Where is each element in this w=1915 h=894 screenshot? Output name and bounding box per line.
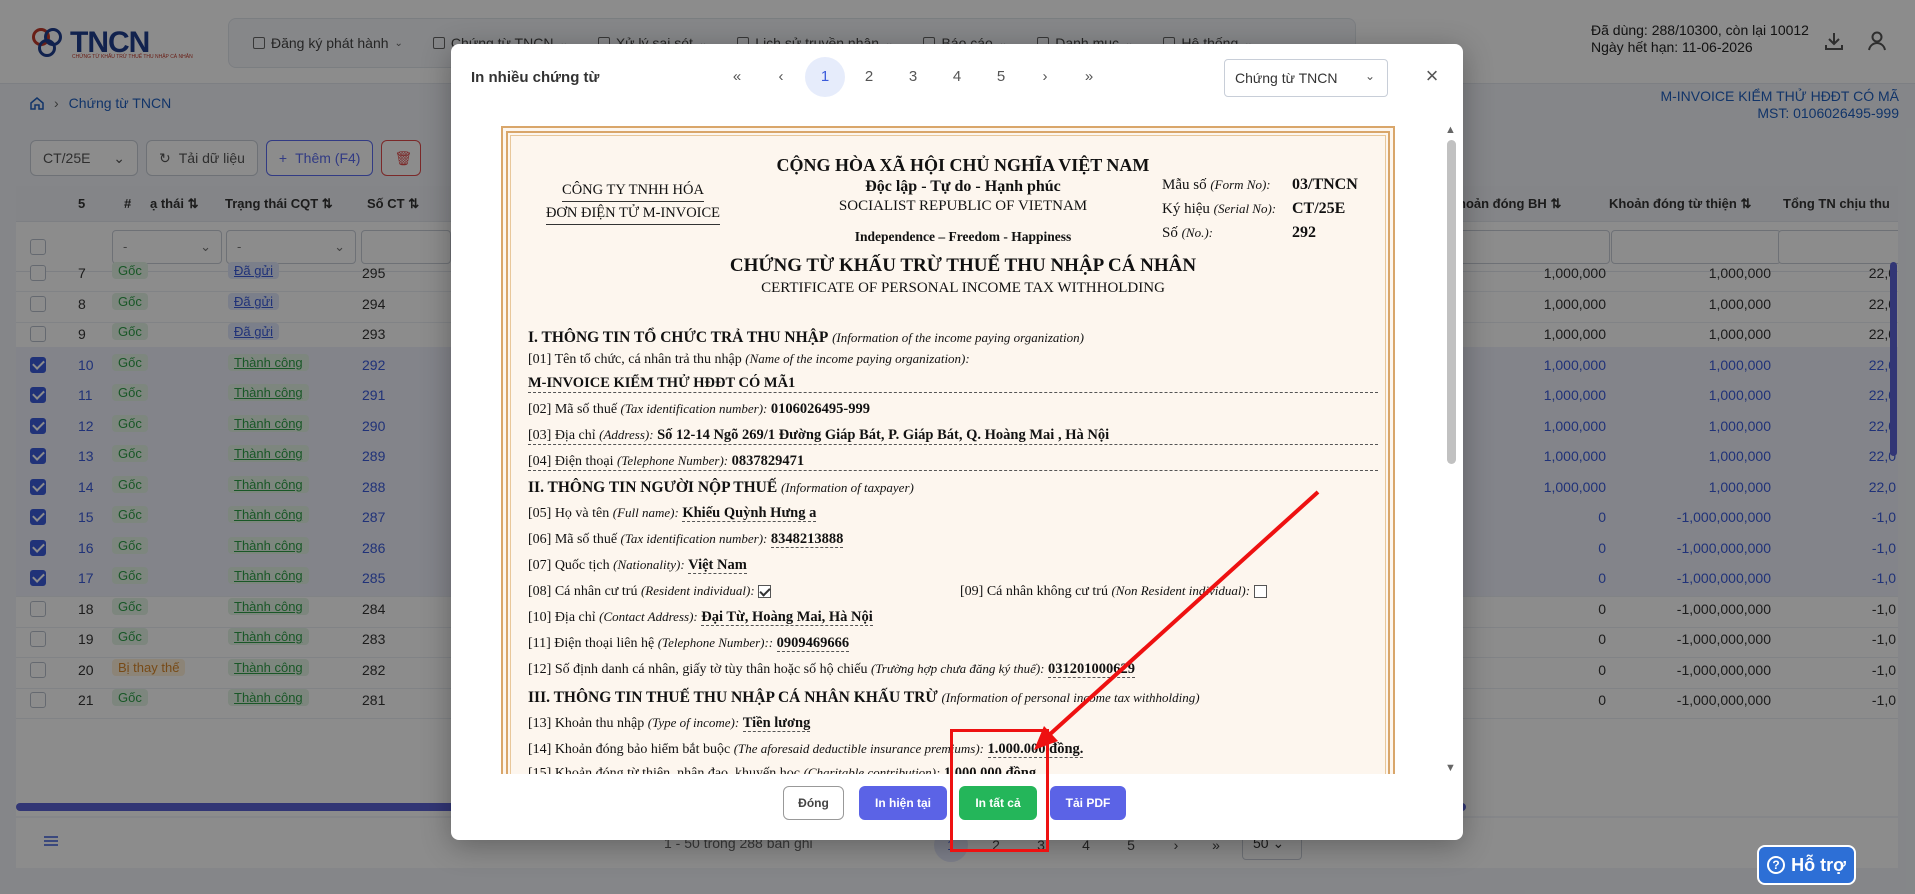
print-current-button[interactable]: In hiện tại: [859, 786, 947, 820]
doc-section-2: II. THÔNG TIN NGƯỜI NỘP THUẾ (Informatio…: [528, 479, 914, 496]
no-label-en: (No.):: [1181, 225, 1214, 240]
help-icon: ?: [1767, 856, 1786, 874]
doc-field-05: [05] Họ và tên (Full name): Khiếu Quỳnh …: [528, 505, 817, 522]
doc-heading: CỘNG HÒA XÃ HỘI CHỦ NGHĨA VIỆT NAM Độc l…: [713, 155, 1213, 297]
doc-motto-en: Independence – Freedom - Happiness: [854, 229, 1072, 244]
annotation-highlight-box: [950, 729, 1049, 852]
doc-field-02: [02] Mã số thuế (Tax identification numb…: [528, 401, 870, 417]
modal-page-1[interactable]: 1: [805, 57, 845, 97]
no-value: 292: [1292, 224, 1316, 241]
doc-section-3: III. THÔNG TIN THUẾ THU NHẬP CÁ NHÂN KHẤ…: [528, 689, 1200, 706]
preview-scrollbar[interactable]: [1447, 140, 1456, 464]
last-page-icon[interactable]: »: [1069, 57, 1109, 97]
no-label: Số: [1162, 225, 1178, 241]
print-modal: In nhiều chứng từ « ‹ 1 2 3 4 5 ›» Chứng từ T…: [451, 44, 1463, 840]
modal-page-5[interactable]: 5: [981, 57, 1021, 97]
scroll-up-icon[interactable]: ▲: [1445, 124, 1456, 136]
help-label: Hỗ trợ: [1791, 854, 1846, 875]
tax-certificate: CÔNG TY TNHH HÓA ĐƠN ĐIỆN TỬ M-INVOICE C…: [501, 126, 1395, 774]
doc-section-1: I. THÔNG TIN TỔ CHỨC TRẢ THU NHẬP (Infor…: [528, 329, 1084, 346]
doc-field-01-value: M-INVOICE KIỂM THỬ HĐĐT CÓ MÃ1: [528, 375, 1378, 393]
doc-field-08: [08] Cá nhân cư trú (Resident individual…: [528, 583, 772, 600]
doc-field-09: [09] Cá nhân không cư trú (Non Resident …: [960, 583, 1267, 600]
prev-page-icon[interactable]: ‹: [761, 57, 801, 97]
form-label-en: (Form No):: [1210, 177, 1271, 192]
form-value: 03/TNCN: [1292, 176, 1358, 193]
doc-field-10: [10] Địa chỉ (Contact Address): Đại Từ, …: [528, 609, 873, 626]
doc-title: CHỨNG TỪ KHẤU TRỪ THUẾ THU NHẬP CÁ NHÂN: [729, 255, 1197, 276]
chevron-down-icon: ⌄: [1364, 69, 1375, 83]
modal-page-4[interactable]: 4: [937, 57, 977, 97]
resident-checkbox: [758, 585, 772, 599]
next-page-icon[interactable]: ›: [1025, 57, 1065, 97]
document-type-select[interactable]: Chứng từ TNCN ⌄: [1224, 59, 1388, 97]
close-button[interactable]: Đóng: [783, 786, 844, 820]
serial-value: CT/25E: [1292, 200, 1346, 217]
modal-pager: « ‹ 1 2 3 4 5 ›»: [717, 57, 1109, 97]
doc-field-03: [03] Địa chỉ (Address): Số 12-14 Ngõ 269…: [528, 427, 1378, 445]
doc-field-04: [04] Điện thoại (Telephone Number): 0837…: [528, 453, 1378, 471]
doc-form-info: Mẫu số (Form No): 03/TNCN Ký hiệu (Serial…: [1162, 173, 1358, 245]
document-type-value: Chứng từ TNCN: [1235, 70, 1338, 86]
non-resident-checkbox: [1253, 585, 1267, 599]
scroll-down-icon[interactable]: ▼: [1445, 762, 1456, 774]
doc-nation-en: SOCIALIST REPUBLIC OF VIETNAM: [838, 198, 1088, 214]
help-button[interactable]: ? Hỗ trợ: [1757, 845, 1856, 885]
first-page-icon[interactable]: «: [717, 57, 757, 97]
doc-field-07: [07] Quốc tịch (Nationality): Việt Nam: [528, 557, 747, 574]
doc-org: CÔNG TY TNHH HÓA ĐƠN ĐIỆN TỬ M-INVOICE: [528, 179, 738, 225]
doc-motto: Độc lập - Tự do - Hạnh phúc: [865, 178, 1061, 195]
modal-title: In nhiều chứng từ: [471, 69, 600, 86]
serial-label: Ký hiệu: [1162, 201, 1210, 217]
doc-field-01: [01] Tên tổ chức, cá nhân trả thu nhập (…: [528, 351, 970, 367]
doc-field-06: [06] Mã số thuế (Tax identification numb…: [528, 531, 844, 548]
doc-field-11: [11] Điện thoại liên hệ (Telephone Numbe…: [528, 635, 850, 652]
form-label: Mẫu số: [1162, 177, 1207, 193]
download-pdf-button[interactable]: Tải PDF: [1050, 786, 1126, 820]
modal-page-2[interactable]: 2: [849, 57, 889, 97]
doc-nation: CỘNG HÒA XÃ HỘI CHỦ NGHĨA VIỆT NAM: [776, 155, 1150, 175]
doc-field-13: [13] Khoản thu nhập (Type of income): Ti…: [528, 715, 811, 732]
doc-field-12: [12] Số định danh cá nhân, giấy tờ tùy t…: [528, 661, 1136, 678]
document-preview: CÔNG TY TNHH HÓA ĐƠN ĐIỆN TỬ M-INVOICE C…: [451, 114, 1463, 774]
modal-page-3[interactable]: 3: [893, 57, 933, 97]
doc-org-line2: ĐƠN ĐIỆN TỬ M-INVOICE: [545, 202, 721, 225]
close-icon[interactable]: ×: [1420, 65, 1444, 90]
doc-title-en: CERTIFICATE OF PERSONAL INCOME TAX WITHH…: [761, 280, 1165, 296]
doc-org-line1: CÔNG TY TNHH HÓA: [562, 179, 704, 202]
serial-label-en: (Serial No):: [1213, 201, 1277, 216]
